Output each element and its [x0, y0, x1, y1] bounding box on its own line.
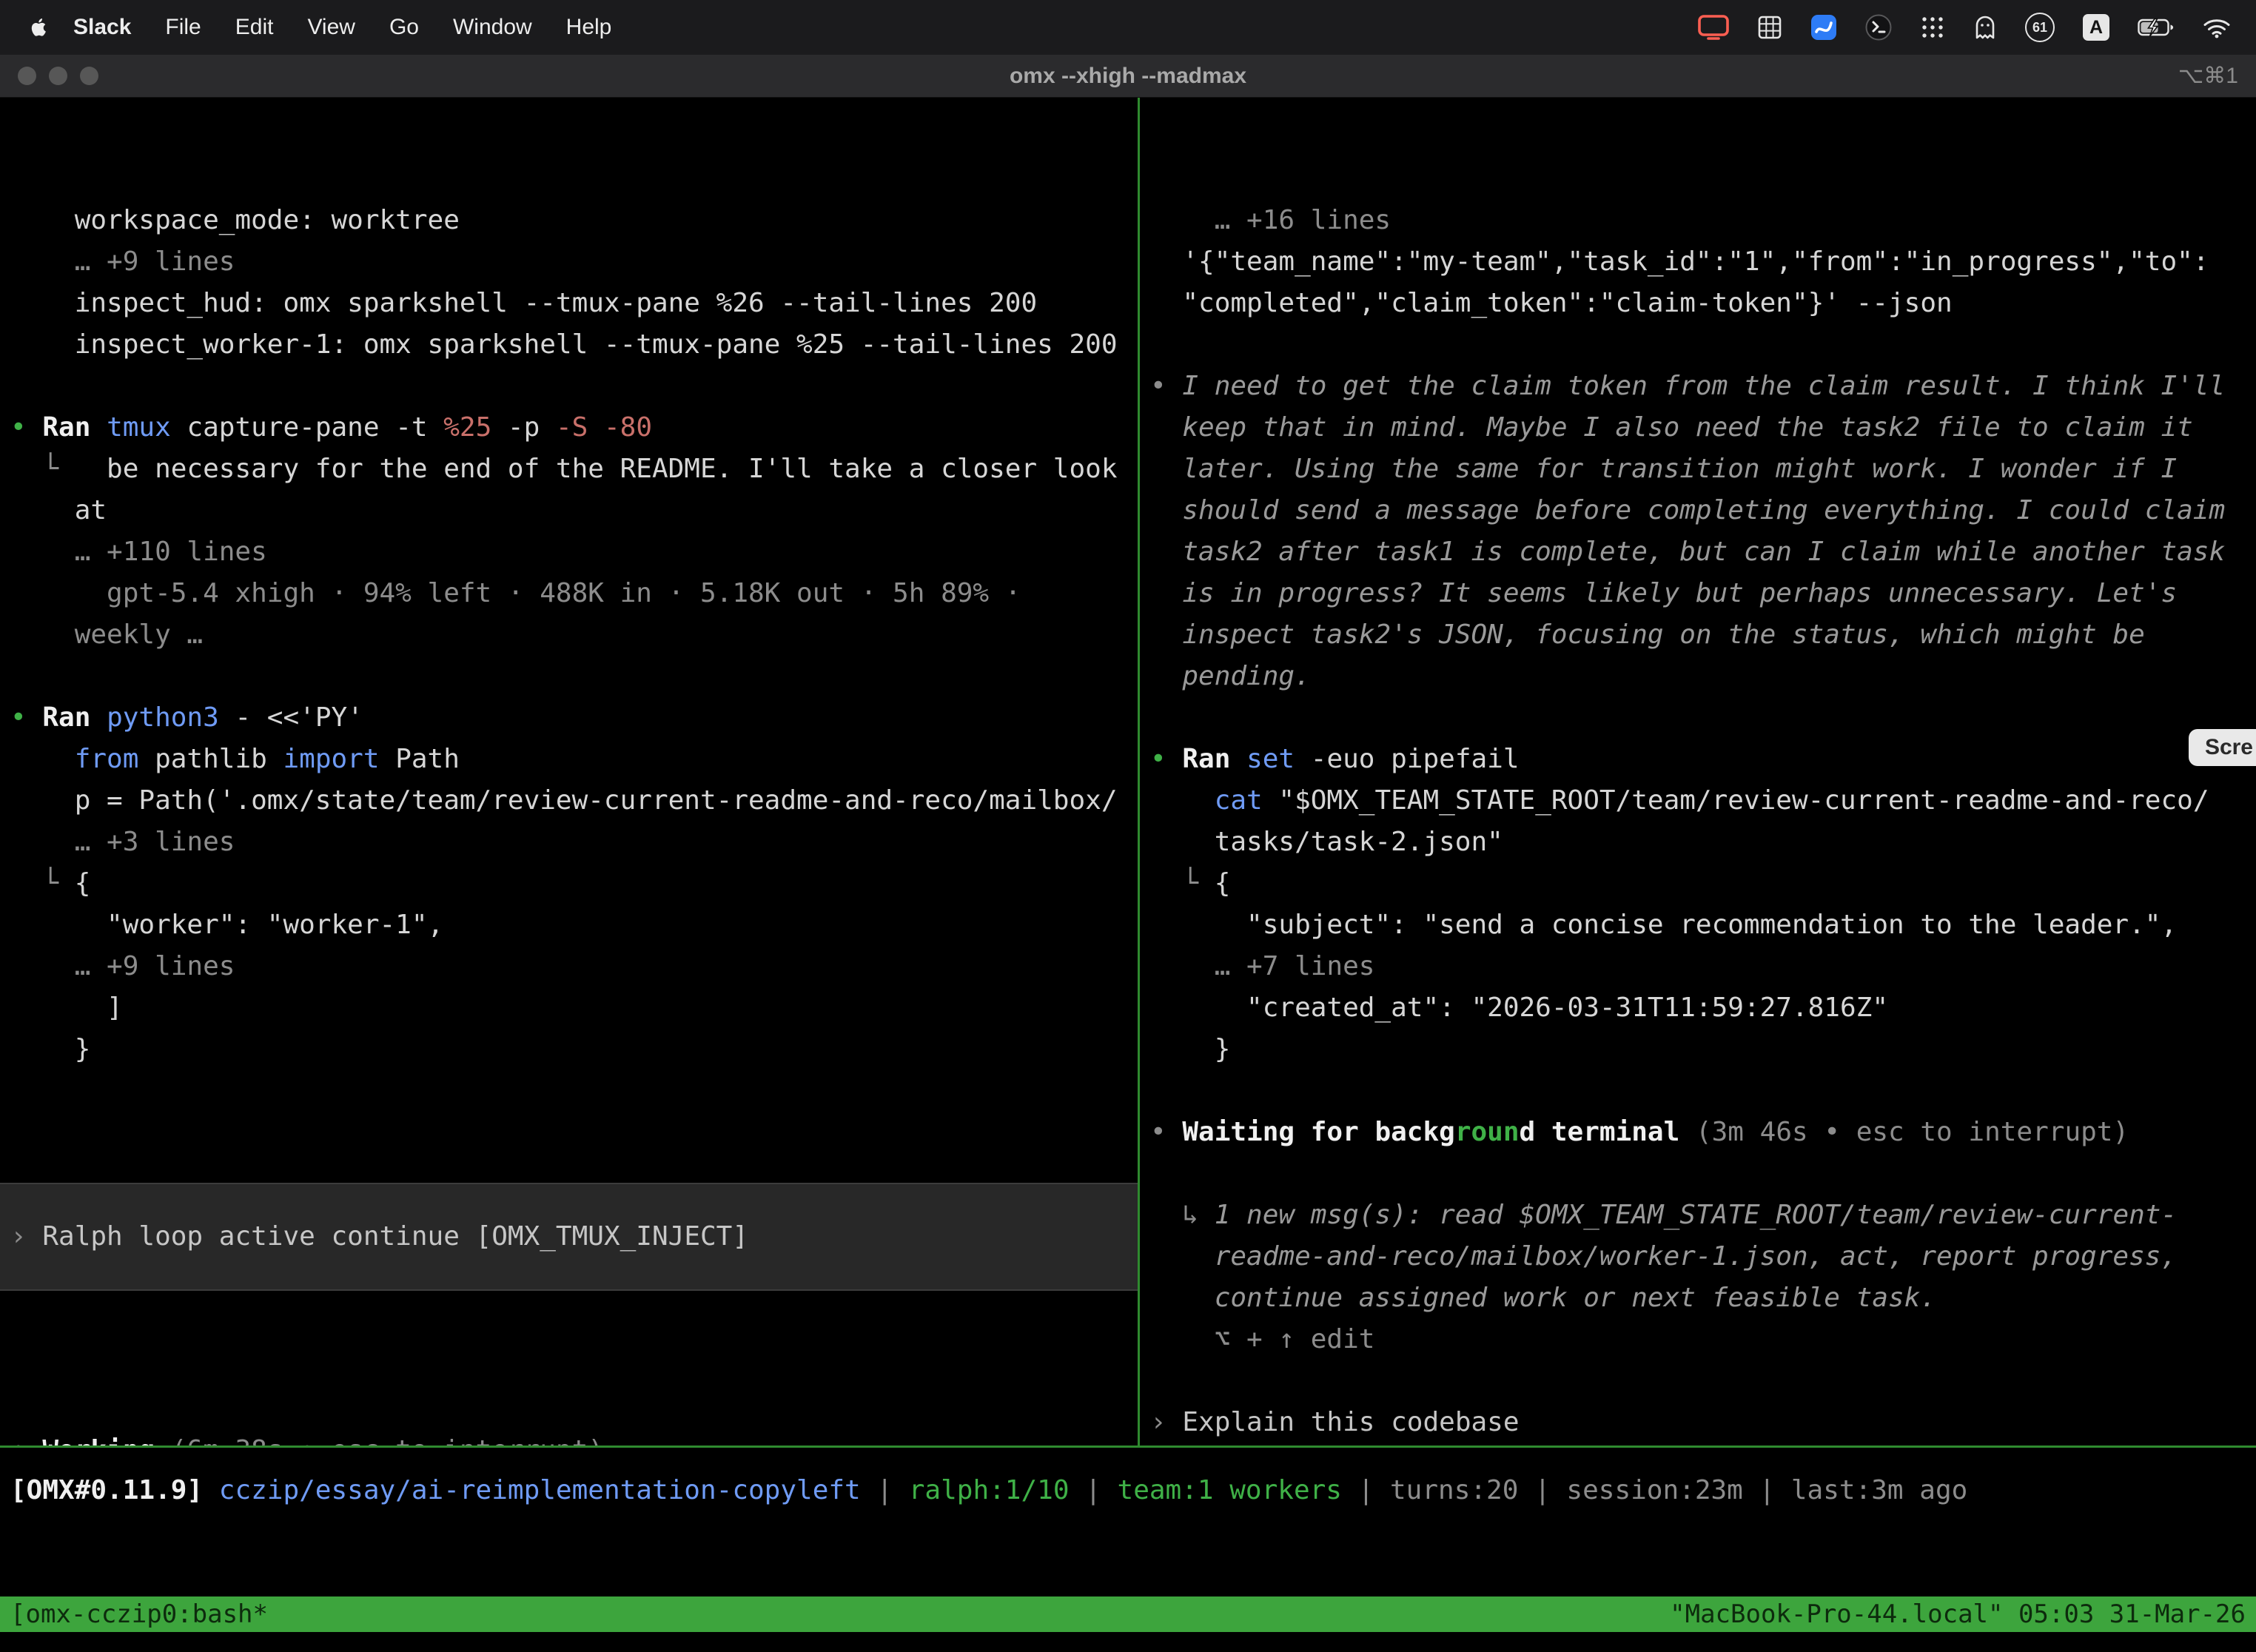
terminal-line: readme-and-reco/mailbox/worker-1.json, a…: [1150, 1236, 2256, 1277]
terminal-line: tasks/task-2.json": [1150, 822, 2256, 863]
blue-app-icon[interactable]: [1810, 14, 1837, 41]
menu-app-name[interactable]: Slack: [56, 15, 148, 40]
chevron-prefix: ›: [10, 1221, 42, 1252]
terminal-line: should send a message before completing …: [1150, 490, 2256, 531]
apple-menu-icon[interactable]: [27, 16, 50, 39]
terminal-line: p = Path('.omx/state/team/review-current…: [10, 780, 1138, 822]
terminal-line: • I need to get the claim token from the…: [1150, 366, 2256, 407]
terminal-line: … +110 lines: [10, 531, 1138, 573]
terminal-line: └ {: [10, 863, 1138, 904]
wifi-icon[interactable]: [2203, 17, 2231, 38]
menu-help[interactable]: Help: [549, 15, 629, 40]
terminal-line: • Waiting for background terminal (3m 46…: [1150, 1112, 2256, 1153]
traffic-lights: [0, 67, 98, 85]
terminal-line: … +9 lines: [10, 241, 1138, 283]
left-pane[interactable]: workspace_mode: worktree … +9 lines insp…: [0, 98, 1138, 1446]
menu-status-area: 61 A: [1698, 13, 2240, 42]
ralph-loop-band[interactable]: › Ralph loop active continue [OMX_TMUX_I…: [0, 1183, 1138, 1291]
tmux-session-label: [omx-cczip0:bash*: [10, 1594, 268, 1635]
terminal-line: [1150, 1360, 2256, 1402]
terminal-line: inspect task2's JSON, focusing on the st…: [1150, 614, 2256, 656]
terminal-line: }: [1150, 1029, 2256, 1070]
terminal-line: [10, 366, 1138, 407]
terminal-line: └ be necessary for the end of the README…: [10, 449, 1138, 490]
menu-view[interactable]: View: [290, 15, 372, 40]
window-titlebar[interactable]: omx --xhigh --madmax ⌥⌘1: [0, 55, 2256, 98]
input-source-icon[interactable]: A: [2083, 14, 2109, 41]
battery-charging-icon[interactable]: [2138, 18, 2175, 38]
window-title: omx --xhigh --madmax: [0, 64, 2256, 89]
terminal-line: … +7 lines: [1150, 946, 2256, 987]
close-button[interactable]: [18, 67, 36, 85]
terminal-line: later. Using the same for transition mig…: [1150, 449, 2256, 490]
right-pane[interactable]: … +16 lines '{"team_name":"my-team","tas…: [1140, 98, 2256, 1446]
terminal-line: "completed","claim_token":"claim-token"}…: [1150, 283, 2256, 324]
terminal-line: [OMX#0.11.9] cczip/essay/ai-reimplementa…: [10, 1470, 1967, 1511]
tmux-status-bar: [omx-cczip0:bash* "MacBook-Pro-44.local"…: [0, 1596, 2256, 1632]
terminal-line: "subject": "send a concise recommendatio…: [1150, 904, 2256, 946]
terminal-window[interactable]: workspace_mode: worktree … +9 lines insp…: [0, 98, 2256, 1652]
terminal-line: }: [10, 1029, 1138, 1070]
terminal-line: "worker": "worker-1",: [10, 904, 1138, 946]
terminal-line: continue assigned work or next feasible …: [1150, 1277, 2256, 1319]
terminal-line: inspect_hud: omx sparkshell --tmux-pane …: [10, 283, 1138, 324]
terminal-line: pending.: [1150, 656, 2256, 697]
pane-horizontal-divider: [0, 1446, 2256, 1448]
terminal-line: gpt-5.4 xhigh · 94% left · 488K in · 5.1…: [10, 573, 1138, 614]
menu-left: Slack File Edit View Go Window Help: [16, 15, 628, 40]
working-status: • Working (6m 38s • esc to interrupt): [10, 1430, 1138, 1446]
right-pane-log: … +16 lines '{"team_name":"my-team","tas…: [1150, 200, 2256, 1446]
terminal-line: "created_at": "2026-03-31T11:59:27.816Z": [1150, 987, 2256, 1029]
screenshot-notification[interactable]: Scre: [2189, 729, 2256, 766]
terminal-circle-icon[interactable]: [1865, 14, 1892, 41]
terminal-line: … +16 lines: [1150, 200, 2256, 241]
minimize-button[interactable]: [49, 67, 67, 85]
tmux-host-time: "MacBook-Pro-44.local" 05:03 31-Mar-26: [1670, 1594, 2246, 1635]
ralph-loop-text: Ralph loop active continue [OMX_TMUX_INJ…: [42, 1221, 748, 1252]
menu-file[interactable]: File: [148, 15, 218, 40]
omx-status-line: [OMX#0.11.9] cczip/essay/ai-reimplementa…: [10, 1470, 1967, 1511]
terminal-line: weekly …: [10, 614, 1138, 656]
terminal-line: at: [10, 490, 1138, 531]
terminal-line: '{"team_name":"my-team","task_id":"1","f…: [1150, 241, 2256, 283]
terminal-line: [10, 656, 1138, 697]
terminal-line: • Ran tmux capture-pane -t %25 -p -S -80: [10, 407, 1138, 449]
window-shortcut-hint: ⌥⌘1: [2178, 63, 2238, 89]
terminal-line: workspace_mode: worktree: [10, 200, 1138, 241]
window-grid-icon[interactable]: [1757, 15, 1782, 40]
terminal-line: task2 after task1 is complete, but can I…: [1150, 531, 2256, 573]
terminal-line: [1150, 1070, 2256, 1112]
ralph-loop-line: › Ralph loop active continue [OMX_TMUX_I…: [10, 1216, 748, 1258]
input-source-letter: A: [2089, 17, 2103, 38]
zoom-button[interactable]: [80, 67, 98, 85]
terminal-line: › Explain this codebase: [1150, 1402, 2256, 1443]
dots-grid-icon[interactable]: [1920, 15, 1945, 40]
terminal-line: is in progress? It seems likely but perh…: [1150, 573, 2256, 614]
terminal-line: … +9 lines: [10, 946, 1138, 987]
terminal-line: [1150, 1153, 2256, 1195]
left-pane-log: workspace_mode: worktree … +9 lines insp…: [10, 200, 1138, 1070]
terminal-line: cat "$OMX_TEAM_STATE_ROOT/team/review-cu…: [1150, 780, 2256, 822]
menu-window[interactable]: Window: [436, 15, 549, 40]
terminal-line: └ {: [1150, 863, 2256, 904]
terminal-line: • Ran python3 - <<'PY': [10, 697, 1138, 739]
screen-recording-icon[interactable]: [1698, 15, 1729, 40]
ghost-icon[interactable]: [1973, 14, 1997, 41]
meter-value: 61: [2032, 20, 2047, 36]
terminal-line: keep that in mind. Maybe I also need the…: [1150, 407, 2256, 449]
terminal-line: [1150, 324, 2256, 366]
terminal-line: • Working (6m 38s • esc to interrupt): [10, 1430, 1138, 1446]
terminal-line: • Ran set -euo pipefail: [1150, 739, 2256, 780]
terminal-line: inspect_worker-1: omx sparkshell --tmux-…: [10, 324, 1138, 366]
macos-menu-bar: Slack File Edit View Go Window Help 61 A: [0, 0, 2256, 55]
menu-go[interactable]: Go: [372, 15, 436, 40]
terminal-line: ]: [10, 987, 1138, 1029]
terminal-line: ↳ 1 new msg(s): read $OMX_TEAM_STATE_ROO…: [1150, 1195, 2256, 1236]
menu-edit[interactable]: Edit: [218, 15, 291, 40]
terminal-line: [1150, 697, 2256, 739]
terminal-line: ⌥ + ↑ edit: [1150, 1319, 2256, 1360]
terminal-line: … +3 lines: [10, 822, 1138, 863]
terminal-line: from pathlib import Path: [10, 739, 1138, 780]
meter-61-icon[interactable]: 61: [2025, 13, 2055, 42]
